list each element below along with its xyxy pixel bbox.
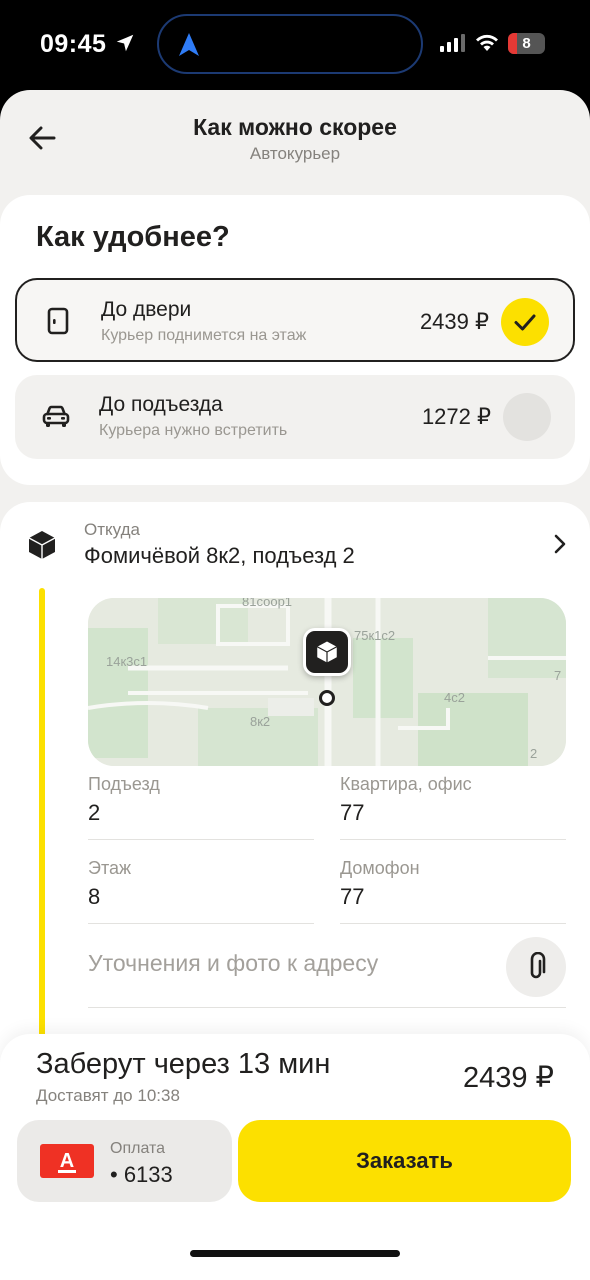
order-button[interactable]: Заказать — [238, 1120, 571, 1202]
map-pin — [303, 628, 351, 676]
package-icon — [316, 641, 338, 663]
page-title: Как можно скорее — [193, 114, 397, 140]
intercom-field[interactable]: Домофон 77 — [340, 850, 566, 924]
map-location-dot — [319, 690, 335, 706]
checkmark-icon — [514, 314, 536, 331]
attach-button[interactable] — [506, 937, 566, 997]
map-label: 75к1с2 — [354, 628, 396, 643]
field-label: Домофон — [340, 858, 420, 878]
door-icon — [47, 307, 69, 335]
apartment-field[interactable]: Квартира, офис 77 — [340, 766, 566, 840]
map-label: 2 — [530, 746, 538, 761]
package-icon — [28, 531, 56, 559]
svg-text:А: А — [60, 1150, 74, 1172]
map-label: 14к3с1 — [106, 654, 148, 669]
option-description: Курьера нужно встретить — [99, 422, 288, 439]
order-sheet: Как можно скорее Автокурьер Как удобнее?… — [0, 90, 590, 1280]
map-label: 7 — [554, 668, 562, 683]
option-title: До подъезда — [99, 393, 223, 416]
unselected-radio[interactable] — [503, 393, 551, 441]
option-price: 2439 ₽ — [419, 309, 489, 334]
pickup-address[interactable]: Фомичёвой 8к2, подъезд 2 — [84, 543, 355, 569]
floor-field[interactable]: Этаж 8 — [88, 850, 314, 924]
notes-placeholder: Уточнения и фото к адресу — [88, 950, 379, 976]
battery-icon: 8 — [508, 33, 545, 54]
status-bar: 09:45 8 — [0, 0, 590, 90]
field-value: 77 — [340, 884, 365, 909]
field-value: 2 — [88, 800, 101, 825]
battery-level: 8 — [522, 35, 531, 52]
field-label: Квартира, офис — [340, 774, 472, 794]
payment-method-button[interactable]: А Оплата • 6133 — [17, 1120, 232, 1202]
payment-label: Оплата — [110, 1140, 166, 1157]
option-to-entrance[interactable]: До подъезда Курьера нужно встретить 1272… — [15, 375, 575, 459]
bank-logo-icon: А — [40, 1144, 94, 1178]
page-subtitle: Автокурьер — [249, 144, 341, 163]
option-price: 1272 ₽ — [421, 404, 491, 429]
paperclip-icon — [530, 952, 546, 979]
alfa-letter-mark: А — [58, 1150, 76, 1173]
field-value: 77 — [340, 800, 365, 825]
navigation-icon — [179, 33, 199, 56]
eta-title: Заберут через 13 мин — [36, 1048, 331, 1080]
field-label: Подъезд — [88, 774, 160, 794]
map-label: 4с2 — [444, 690, 465, 705]
cellular-signal-icon — [440, 34, 465, 52]
entrance-field[interactable]: Подъезд 2 — [88, 766, 314, 840]
status-time: 09:45 — [40, 30, 107, 58]
map-label: 8к2 — [250, 714, 271, 729]
field-value: 8 — [88, 884, 101, 909]
eta-subtitle: Доставят до 10:38 — [36, 1086, 180, 1105]
option-description: Курьер поднимется на этаж — [101, 327, 307, 344]
map-label: 81соор1 — [242, 598, 293, 609]
pickup-label: Откуда — [84, 520, 140, 539]
field-label: Этаж — [88, 858, 132, 878]
wifi-icon — [476, 34, 498, 51]
delivery-options-heading: Как удобнее? — [36, 221, 230, 253]
chevron-right-icon[interactable] — [552, 534, 568, 554]
order-panel: Заберут через 13 мин Доставят до 10:38 2… — [0, 1034, 590, 1280]
selected-check — [501, 298, 549, 346]
dynamic-island — [157, 14, 423, 74]
map-background — [88, 598, 566, 766]
pickup-map[interactable]: 81соор1 75к1с2 14к3с1 4с2 8к2 7 2 — [88, 598, 566, 766]
order-price: 2439 ₽ — [462, 1062, 554, 1094]
home-indicator[interactable] — [190, 1250, 400, 1257]
option-title: До двери — [101, 298, 192, 321]
option-to-door[interactable]: До двери Курьер поднимется на этаж 2439 … — [15, 278, 575, 362]
payment-card-number: • 6133 — [110, 1162, 173, 1187]
pickup-address-card: Откуда Фомичёвой 8к2, подъезд 2 81соор1 … — [0, 502, 590, 1148]
location-arrow-icon — [116, 34, 134, 52]
car-icon — [42, 405, 70, 427]
address-notes-field[interactable]: Уточнения и фото к адресу — [88, 934, 566, 1008]
